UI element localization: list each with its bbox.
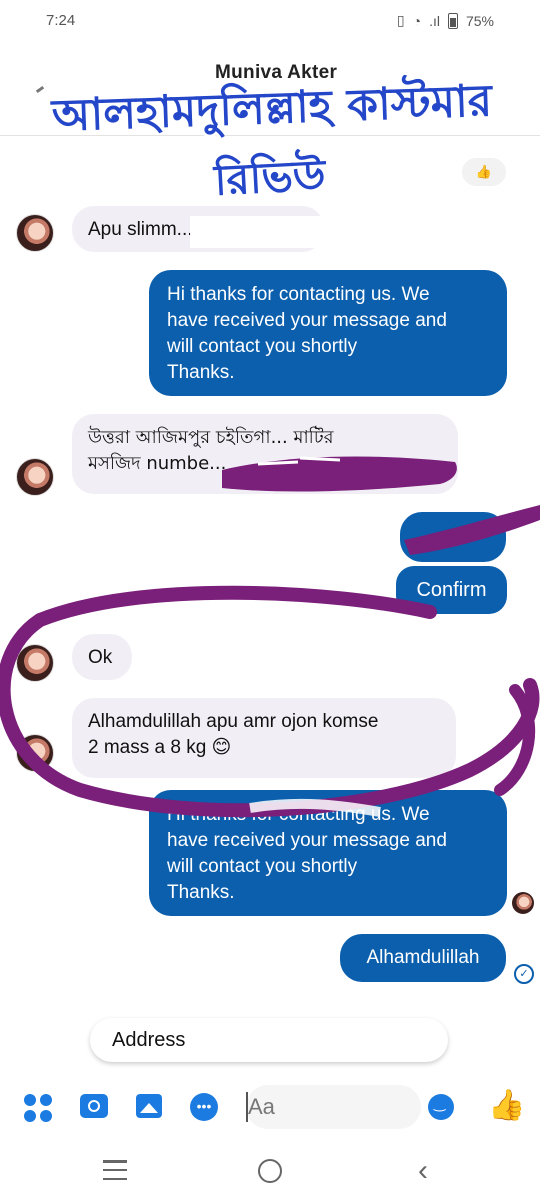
message-line: Thanks. (167, 362, 235, 383)
status-icons: ▯ ◔ .ıl 75% (397, 12, 494, 29)
message-text: Alhamdulillah (366, 947, 480, 968)
message-line: Alhamdulillah apu amr ojon komse (88, 711, 379, 732)
back-icon[interactable]: ‹ (418, 1154, 428, 1188)
message-line: Hi thanks for contacting us. We (167, 804, 430, 825)
message-text: Apu slimm... (88, 219, 193, 240)
recents-icon[interactable] (103, 1160, 127, 1180)
messenger-chat-icon[interactable]: ••• (190, 1093, 218, 1121)
message-text: Confirm (416, 578, 487, 601)
message-line: মসজিদ numbe... (88, 453, 227, 474)
quick-reply-address[interactable]: Address (90, 1018, 448, 1062)
message-line: will contact you shortly (167, 856, 358, 877)
message-outgoing-redacted[interactable] (400, 512, 506, 562)
apps-icon[interactable] (24, 1094, 52, 1122)
message-line: will contact you shortly (167, 336, 358, 357)
wifi-icon: ◔ (412, 12, 422, 29)
thumbs-up-icon[interactable]: 👍 (488, 1088, 525, 1123)
message-line: উত্তরা আজিমপুর চইতিগা... মাটির (88, 427, 334, 448)
message-outgoing[interactable]: Confirm (396, 566, 507, 614)
message-incoming[interactable]: Apu slimm... (72, 206, 324, 252)
vibrate-icon: ▯ (396, 12, 405, 28)
thumbs-up-reaction[interactable]: 👍 (462, 158, 506, 186)
camera-icon[interactable] (80, 1094, 108, 1118)
overlay-banner-subtitle: রিভিউ (213, 150, 327, 205)
quick-reply-label: Address (112, 1028, 186, 1051)
status-time: 7:24 (46, 12, 76, 29)
signal-icon: .ıl (429, 12, 440, 29)
message-incoming[interactable]: উত্তরা আজিমপুর চইতিগা... মাটির মসজিদ num… (72, 414, 458, 494)
message-outgoing[interactable]: Hi thanks for contacting us. We have rec… (149, 790, 507, 916)
message-outgoing[interactable]: Alhamdulillah (340, 934, 506, 982)
home-icon[interactable] (258, 1159, 282, 1183)
message-incoming[interactable]: Alhamdulillah apu amr ojon komse 2 mass … (72, 698, 456, 778)
message-input-placeholder: Aa (248, 1094, 275, 1119)
seen-avatar (512, 892, 534, 914)
gallery-icon[interactable] (136, 1094, 162, 1118)
message-line: Hi thanks for contacting us. We (167, 284, 430, 305)
emoji-icon[interactable] (428, 1094, 454, 1120)
avatar[interactable] (16, 734, 54, 772)
message-text: Ok (88, 647, 113, 668)
message-incoming[interactable]: Ok (72, 634, 132, 680)
sent-check-icon: ✓ (514, 964, 534, 984)
message-line: have received your message and (167, 830, 447, 851)
battery-icon (447, 12, 458, 29)
message-line: 2 mass a 8 kg 😊 (88, 737, 232, 758)
message-line: have received your message and (167, 310, 447, 331)
avatar[interactable] (16, 644, 54, 682)
battery-percent: 75% (465, 12, 494, 29)
avatar[interactable] (16, 214, 54, 252)
avatar[interactable] (16, 458, 54, 496)
message-line: Thanks. (167, 882, 235, 903)
message-outgoing[interactable]: Hi thanks for contacting us. We have rec… (149, 270, 507, 396)
